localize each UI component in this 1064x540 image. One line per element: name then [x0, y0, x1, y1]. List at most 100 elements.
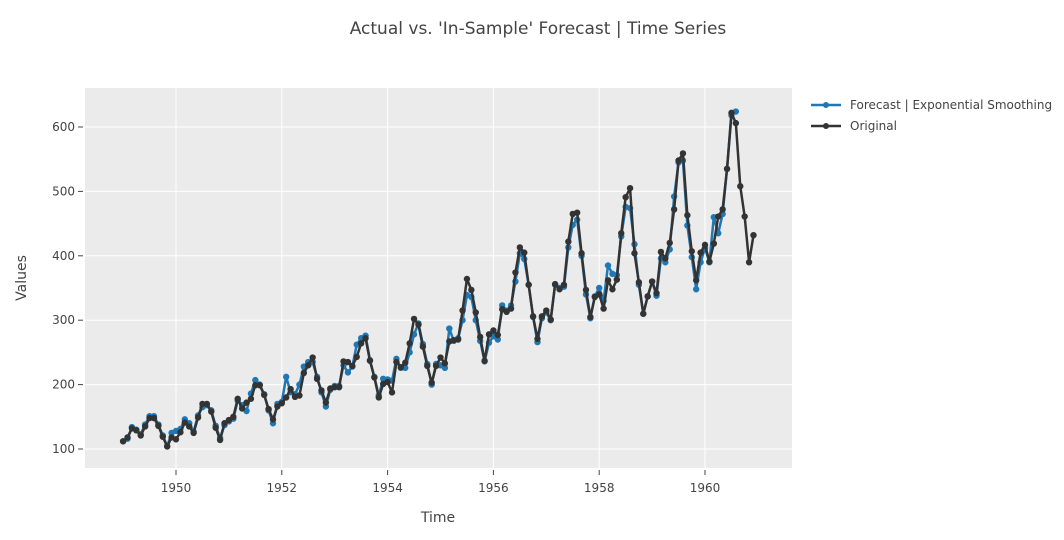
- original-point: [543, 307, 550, 314]
- original-point: [203, 400, 211, 408]
- original-point: [741, 213, 748, 220]
- original-point: [309, 354, 316, 361]
- original-point: [141, 423, 149, 430]
- original-point: [384, 378, 391, 386]
- original-point: [525, 281, 532, 288]
- original-point: [737, 183, 744, 190]
- original-point: [437, 354, 444, 361]
- y-tick-label: 600: [52, 120, 75, 134]
- original-point: [194, 414, 202, 421]
- original-point: [715, 213, 722, 220]
- original-point: [375, 394, 382, 401]
- original-point: [626, 184, 634, 192]
- legend-item-original[interactable]: Original: [811, 119, 897, 133]
- original-point: [516, 244, 524, 251]
- original-point: [357, 340, 365, 347]
- original-point: [190, 429, 197, 437]
- original-point: [419, 343, 427, 350]
- y-axis-ticks: 100 200 300 400 500 600: [52, 120, 83, 456]
- original-point: [463, 275, 471, 283]
- original-point: [551, 280, 559, 288]
- original-point: [710, 240, 718, 247]
- chart: Actual vs. 'In-Sample' Forecast | Time S…: [14, 19, 1052, 526]
- original-point: [512, 269, 519, 276]
- original-point: [133, 427, 140, 434]
- legend-item-forecast[interactable]: Forecast | Exponential Smoothing: [811, 98, 1052, 112]
- original-point: [538, 313, 546, 320]
- original-point: [137, 432, 144, 439]
- original-point: [234, 395, 241, 402]
- forecast-point: [692, 286, 700, 293]
- original-point: [653, 289, 660, 297]
- original-point: [393, 358, 400, 366]
- original-point: [675, 157, 682, 164]
- original-point: [662, 255, 669, 262]
- y-tick-label: 400: [52, 249, 75, 263]
- original-point: [349, 362, 356, 370]
- original-point: [150, 414, 158, 422]
- original-point: [573, 209, 581, 216]
- original-point: [238, 405, 246, 412]
- original-point: [287, 385, 294, 393]
- original-point: [635, 279, 643, 286]
- original-point: [732, 119, 740, 127]
- original-point: [521, 249, 528, 256]
- original-point: [296, 392, 303, 399]
- original-point: [692, 277, 700, 284]
- original-point: [587, 313, 594, 321]
- original-point: [657, 248, 665, 256]
- legend-forecast-marker: [823, 102, 829, 108]
- original-point: [648, 278, 656, 285]
- original-point: [595, 291, 603, 298]
- legend-original-marker: [823, 123, 829, 129]
- forecast-point: [283, 373, 290, 381]
- forecast-point: [446, 325, 453, 332]
- y-tick-label: 100: [52, 442, 75, 456]
- original-point: [177, 429, 184, 436]
- original-point: [750, 231, 757, 239]
- x-tick-label: 1956: [478, 481, 509, 495]
- original-point: [159, 433, 166, 440]
- original-point: [415, 321, 422, 328]
- original-point: [163, 443, 171, 450]
- original-point: [507, 305, 515, 312]
- original-point: [269, 416, 277, 423]
- original-point: [534, 335, 541, 343]
- original-point: [432, 362, 440, 370]
- original-point: [318, 387, 325, 394]
- original-point: [547, 316, 554, 323]
- original-point: [283, 394, 290, 401]
- original-point: [124, 434, 131, 441]
- original-point: [684, 212, 691, 219]
- original-point: [172, 436, 180, 443]
- original-point: [529, 313, 537, 320]
- original-point: [622, 193, 629, 201]
- legend[interactable]: Forecast | Exponential Smoothing Origina…: [811, 98, 1052, 133]
- original-point: [600, 305, 607, 312]
- original-point: [388, 389, 396, 396]
- original-point: [362, 335, 369, 342]
- x-tick-label: 1958: [584, 481, 615, 495]
- original-point: [701, 241, 709, 249]
- original-point: [481, 357, 488, 364]
- forecast-point: [604, 262, 612, 269]
- original-point: [618, 230, 625, 237]
- original-point: [723, 165, 731, 173]
- original-point: [322, 399, 330, 406]
- original-point: [494, 331, 502, 339]
- original-point: [613, 276, 621, 283]
- original-point: [353, 353, 360, 361]
- x-axis-ticks: 1950 1952 1954 1956 1958 1960: [161, 470, 720, 495]
- original-point: [428, 379, 435, 386]
- original-point: [300, 369, 308, 377]
- plot-area: [85, 88, 792, 468]
- original-point: [305, 362, 312, 369]
- original-point: [313, 375, 321, 383]
- y-tick-label: 200: [52, 378, 75, 392]
- forecast-point: [344, 369, 352, 376]
- y-tick-label: 500: [52, 184, 75, 198]
- original-point: [278, 400, 285, 407]
- original-point: [186, 423, 193, 430]
- original-point: [631, 250, 638, 257]
- forecast-point: [595, 284, 603, 292]
